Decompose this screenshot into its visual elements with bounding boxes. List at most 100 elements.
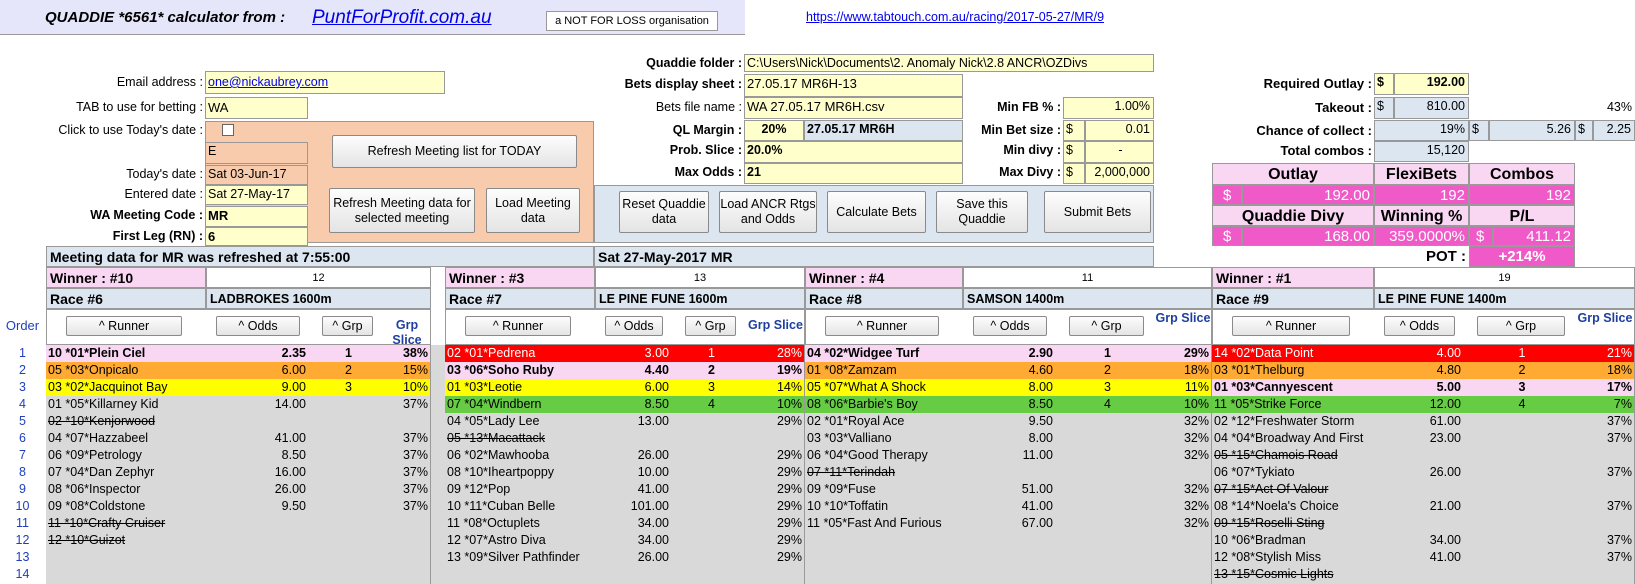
summary-winning-value: 359.0000% [1374, 226, 1469, 246]
min-fb-field[interactable]: 1.00% [1063, 97, 1154, 119]
refresh-today-button[interactable]: Refresh Meeting list for TODAY [332, 135, 577, 168]
race-runner-row[interactable]: 04 *02*Widgee Turf 2.90 1 29% [805, 345, 1212, 362]
race-runner-row[interactable]: 07 *15*Act Of Valour [1212, 481, 1635, 498]
race-runner-row[interactable]: 06 *07*Tykiato 26.00 37% [1212, 464, 1635, 481]
race-runner-row[interactable]: 06 *04*Good Therapy 11.00 32% [805, 447, 1212, 464]
race-runner-row[interactable]: 10 *01*Plein Ciel 2.35 1 38% [46, 345, 431, 362]
race-winner: Winner : #4 [805, 267, 963, 288]
sort-runner-button[interactable]: ^ Runner [465, 316, 571, 336]
bets-file-field[interactable]: WA 27.05.17 MR6H.csv [744, 97, 963, 119]
race-runner-row[interactable]: 06 *02*Mawhooba 26.00 29% [445, 447, 805, 464]
race-runner-row[interactable]: 11 *05*Fast And Furious 67.00 32% [805, 515, 1212, 532]
race-runner-row[interactable]: 04 *07*Hazzabeel 41.00 37% [46, 430, 431, 447]
race-runner-row[interactable]: 07 *04*Dan Zephyr 16.00 37% [46, 464, 431, 481]
runner-slice: 37% [1606, 414, 1632, 428]
race-runner-row[interactable]: 10 *10*Toffatin 41.00 32% [805, 498, 1212, 515]
runner-name: 01 *03*Cannyescent [1214, 380, 1333, 394]
race-runner-row[interactable]: 08 *06*Inspector 26.00 37% [46, 481, 431, 498]
race-runner-row[interactable]: 03 *02*Jacquinot Bay 9.00 3 10% [46, 379, 431, 396]
bets-sheet-field[interactable]: 27.05.17 MR6H-13 [744, 74, 963, 97]
email-field[interactable]: one@nickaubrey.com [205, 71, 445, 94]
sort-odds-button[interactable]: ^ Odds [1384, 316, 1455, 336]
race-runner-row[interactable]: 09 *15*Roselli Sting [1212, 515, 1635, 532]
race-runner-row[interactable]: 08 *10*Iheartpoppy 10.00 29% [445, 464, 805, 481]
max-divy-field[interactable]: 2,000,000 [1085, 163, 1154, 184]
sort-odds-button[interactable]: ^ Odds [973, 316, 1047, 336]
race-runner-row[interactable]: 02 *01*Pedrena 3.00 1 28% [445, 345, 805, 362]
save-quaddie-button[interactable]: Save this Quaddie [936, 191, 1028, 233]
e-field[interactable]: E [205, 142, 308, 164]
sort-grp-button[interactable]: ^ Grp [685, 316, 736, 336]
race-runner-row[interactable]: 10 *06*Bradman 34.00 37% [1212, 532, 1635, 549]
load-meeting-button[interactable]: Load Meeting data [486, 188, 580, 233]
race-runner-row[interactable]: 09 *08*Coldstone 9.50 37% [46, 498, 431, 515]
race-runner-row[interactable]: 14 *02*Data Point 4.00 1 21% [1212, 345, 1635, 362]
race-runner-row[interactable]: 08 *14*Noela's Choice 21.00 37% [1212, 498, 1635, 515]
race-runner-row[interactable]: 01 *08*Zamzam 4.60 2 18% [805, 362, 1212, 379]
use-today-checkbox[interactable] [222, 124, 234, 136]
race-runner-row[interactable]: 05 *13*Macattack [445, 430, 805, 447]
quaddie-folder-field[interactable]: C:\Users\Nick\Documents\2. Anomaly Nick\… [744, 54, 1154, 72]
race-runner-row[interactable]: 02 *01*Royal Ace 9.50 32% [805, 413, 1212, 430]
reset-quaddie-button[interactable]: Reset Quaddie data [619, 191, 709, 233]
load-ancr-button[interactable]: Load ANCR Rtgs and Odds [719, 191, 817, 233]
race-runner-row[interactable]: 11 *05*Strike Force 12.00 4 7% [1212, 396, 1635, 413]
race-runner-row[interactable]: 13 *09*Silver Pathfinder 26.00 29% [445, 549, 805, 566]
race-runner-row[interactable]: 01 *05*Killarney Kid 14.00 37% [46, 396, 431, 413]
runner-name: 04 *02*Widgee Turf [807, 346, 920, 360]
runner-odds: 11.00 [1022, 448, 1053, 462]
prob-slice-field[interactable]: 20.0% [744, 141, 963, 163]
race-runner-row[interactable]: 09 *09*Fuse 51.00 32% [805, 481, 1212, 498]
race-runner-row[interactable]: 05 *07*What A Shock 8.00 3 11% [805, 379, 1212, 396]
sort-grp-button[interactable]: ^ Grp [1069, 316, 1144, 336]
sort-runner-button[interactable]: ^ Runner [825, 316, 939, 336]
race-runner-row[interactable]: 02 *10*Kenjorwood [46, 413, 431, 430]
sort-grp-button[interactable]: ^ Grp [1477, 316, 1565, 336]
max-odds-field[interactable]: 21 [744, 163, 963, 184]
race-runner-row[interactable]: 11 *08*Octuplets 34.00 29% [445, 515, 805, 532]
race-runner-row[interactable]: 12 *10*Guizot [46, 532, 431, 549]
min-bet-field[interactable]: 0.01 [1085, 120, 1154, 141]
race-runner-row[interactable]: 12 *07*Astro Diva 34.00 29% [445, 532, 805, 549]
tabtouch-url-link[interactable]: https://www.tabtouch.com.au/racing/2017-… [806, 10, 1104, 24]
race-runner-row[interactable]: 01 *03*Leotie 6.00 3 14% [445, 379, 805, 396]
race-runner-row[interactable]: 03 *03*Valliano 8.00 32% [805, 430, 1212, 447]
entered-date-field[interactable]: Sat 27-May-17 [205, 185, 308, 205]
race-runner-row[interactable]: 07 *11*Terindah [805, 464, 1212, 481]
race-runner-row[interactable]: 04 *04*Broadway And First 23.00 37% [1212, 430, 1635, 447]
summary-outlay-header: Outlay [1212, 163, 1374, 185]
site-link[interactable]: PuntForProfit.com.au [312, 7, 492, 29]
sort-odds-button[interactable]: ^ Odds [605, 316, 663, 336]
refresh-meeting-button[interactable]: Refresh Meeting data for selected meetin… [329, 188, 475, 233]
tab-label: TAB to use for betting : [76, 100, 203, 114]
race-runner-row[interactable]: 06 *09*Petrology 8.50 37% [46, 447, 431, 464]
meeting-code-field[interactable]: MR [205, 206, 308, 227]
race-runner-row[interactable]: 01 *03*Cannyescent 5.00 3 17% [1212, 379, 1635, 396]
sort-runner-button[interactable]: ^ Runner [66, 316, 182, 336]
min-divy-field[interactable]: - [1085, 141, 1154, 163]
tab-field[interactable]: WA [205, 97, 308, 119]
race-runner-row[interactable]: 03 *06*Soho Ruby 4.40 2 19% [445, 362, 805, 379]
race-runner-row[interactable]: 09 *12*Pop 41.00 29% [445, 481, 805, 498]
race-runner-row[interactable]: 11 *10*Crafty Cruiser [46, 515, 431, 532]
submit-bets-button[interactable]: Submit Bets [1044, 191, 1151, 233]
first-leg-field[interactable]: 6 [205, 227, 308, 246]
race-runner-row[interactable]: 02 *12*Freshwater Storm 61.00 37% [1212, 413, 1635, 430]
race-runner-row[interactable]: 13 *15*Cosmic Lights [1212, 566, 1635, 583]
ql-margin-field[interactable]: 20% [744, 120, 804, 141]
refresh-status: Meeting data for MR was refreshed at 7:5… [46, 246, 594, 267]
prob-slice-label: Prob. Slice : [669, 143, 742, 157]
sort-grp-button[interactable]: ^ Grp [322, 316, 373, 336]
runner-name: 02 *12*Freshwater Storm [1214, 414, 1355, 428]
race-runner-row[interactable]: 03 *01*Thelburg 4.80 2 18% [1212, 362, 1635, 379]
race-runner-row[interactable]: 12 *08*Stylish Miss 41.00 37% [1212, 549, 1635, 566]
race-runner-row[interactable]: 10 *11*Cuban Belle 101.00 29% [445, 498, 805, 515]
race-runner-row[interactable]: 07 *04*Windbern 8.50 4 10% [445, 396, 805, 413]
race-runner-row[interactable]: 04 *05*Lady Lee 13.00 29% [445, 413, 805, 430]
race-runner-row[interactable]: 05 *15*Chamois Road [1212, 447, 1635, 464]
race-runner-row[interactable]: 08 *06*Barbie's Boy 8.50 4 10% [805, 396, 1212, 413]
calculate-bets-button[interactable]: Calculate Bets [827, 191, 926, 233]
sort-runner-button[interactable]: ^ Runner [1232, 316, 1350, 336]
sort-odds-button[interactable]: ^ Odds [216, 316, 300, 336]
race-runner-row[interactable]: 05 *03*Onpicalo 6.00 2 15% [46, 362, 431, 379]
